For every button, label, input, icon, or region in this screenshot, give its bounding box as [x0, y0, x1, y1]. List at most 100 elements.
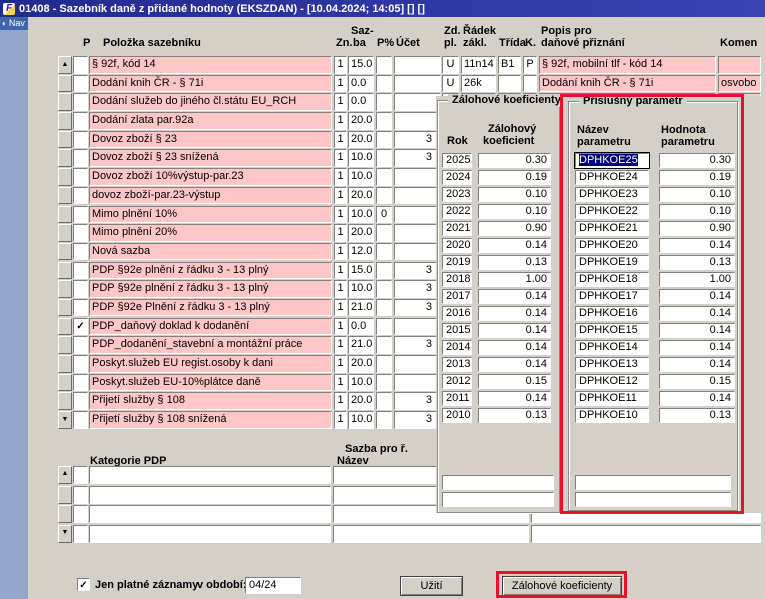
param-name-field[interactable]: DPHKOE22: [575, 204, 649, 219]
cell-zn[interactable]: 1: [334, 186, 347, 205]
cell-sazba[interactable]: 10.0: [348, 149, 374, 167]
koef-value-field[interactable]: 1.00: [478, 272, 551, 287]
row-checkbox[interactable]: ✓: [73, 149, 88, 167]
cell-sazba[interactable]: 15.0: [348, 56, 374, 74]
cell-polozka[interactable]: Dodání služeb do jiného čl.státu EU_RCH: [89, 93, 332, 111]
cell-extra[interactable]: [531, 524, 761, 543]
cell-procento[interactable]: [376, 261, 392, 280]
cell-sazba[interactable]: 20.0: [348, 130, 374, 149]
cell-ucet[interactable]: 3: [394, 261, 441, 280]
cell-sazba[interactable]: 12.0: [348, 242, 374, 261]
cell-zn[interactable]: 1: [334, 336, 347, 354]
koef-value-field[interactable]: 0.15: [478, 374, 551, 389]
cell-polozka[interactable]: dovoz zboží-par.23-výstup: [89, 186, 332, 205]
cell-k[interactable]: [523, 74, 537, 93]
empty-field[interactable]: [442, 492, 554, 507]
param-name-field[interactable]: DPHKOE23: [575, 187, 649, 202]
cell-procento[interactable]: [376, 56, 392, 74]
row-checkbox[interactable]: ✓: [73, 355, 88, 373]
cell-polozka[interactable]: Nová sazba: [89, 242, 332, 261]
cell-zdpl[interactable]: U: [442, 74, 459, 93]
year-field[interactable]: 2023: [442, 187, 472, 202]
row-checkbox[interactable]: ✓: [73, 224, 88, 242]
year-field[interactable]: 2017: [442, 289, 472, 304]
cell-procento[interactable]: 0: [376, 205, 392, 223]
cell-procento[interactable]: [376, 149, 392, 167]
row-selector[interactable]: [58, 112, 72, 130]
cell-polozka[interactable]: Dodání zlata par.92a: [89, 112, 332, 130]
cell-polozka[interactable]: PDP §92e plnění z řádku 3 - 13 plný: [89, 280, 332, 298]
cell-k[interactable]: P: [523, 56, 537, 74]
cell-ucet[interactable]: [394, 93, 441, 111]
cell-polozka[interactable]: Mimo plnění 10%: [89, 205, 332, 223]
cell-procento[interactable]: [376, 355, 392, 373]
year-field[interactable]: 2025: [442, 153, 472, 168]
cell-sazba[interactable]: 20.0: [348, 224, 374, 242]
param-name-field[interactable]: DPHKOE16: [575, 306, 649, 321]
param-value-field[interactable]: 0.14: [659, 289, 735, 304]
cell-sazba[interactable]: 20.0: [348, 355, 374, 373]
row-selector[interactable]: [58, 186, 72, 205]
koef-value-field[interactable]: 0.30: [478, 153, 551, 168]
koef-value-field[interactable]: 0.10: [478, 204, 551, 219]
cell-ucet[interactable]: 3: [394, 411, 441, 429]
param-value-field[interactable]: 0.10: [659, 187, 735, 202]
year-field[interactable]: 2020: [442, 238, 472, 253]
cell-ucet[interactable]: [394, 355, 441, 373]
koef-value-field[interactable]: 0.14: [478, 391, 551, 406]
uziti-button[interactable]: Užití: [400, 576, 463, 596]
cell-sazba[interactable]: 15.0: [348, 261, 374, 280]
cell-ucet[interactable]: [394, 242, 441, 261]
param-value-field[interactable]: 0.19: [659, 170, 735, 185]
cell-zn[interactable]: 1: [334, 242, 347, 261]
cell-polozka[interactable]: Dovoz zboží § 23 snížená: [89, 149, 332, 167]
param-name-field[interactable]: DPHKOE25: [574, 152, 650, 169]
cell-ucet[interactable]: 3: [394, 149, 441, 167]
cell-polozka[interactable]: Poskyt.služeb EU regist.osoby k dani: [89, 355, 332, 373]
filter-checkbox[interactable]: ✓: [77, 578, 90, 591]
row-selector[interactable]: [58, 392, 72, 410]
cell-procento[interactable]: [376, 411, 392, 429]
cell-polozka[interactable]: Mimo plnění 20%: [89, 224, 332, 242]
year-field[interactable]: 2022: [442, 204, 472, 219]
cell-ucet[interactable]: [394, 186, 441, 205]
cell-nazev[interactable]: [333, 524, 529, 543]
cell-polozka[interactable]: Dovoz zboží 10%výstup-par.23: [89, 168, 332, 186]
cell-procento[interactable]: [376, 112, 392, 130]
koef-value-field[interactable]: 0.14: [478, 323, 551, 338]
table-row[interactable]: ✓ Dodání knih ČR - § 71i 1 0.0 U 26k Dod…: [58, 74, 761, 94]
cell-zn[interactable]: 1: [334, 261, 347, 280]
cell-zn[interactable]: 1: [334, 392, 347, 410]
cell-ucet[interactable]: 3: [394, 130, 441, 149]
nav-chip[interactable]: ◐ Nav: [0, 17, 28, 30]
row-checkbox[interactable]: ✓: [73, 336, 88, 354]
year-field[interactable]: 2018: [442, 272, 472, 287]
cell-sazba[interactable]: 10.0: [348, 280, 374, 298]
cell-zdpl[interactable]: U: [442, 56, 459, 74]
cell-procento[interactable]: [376, 74, 392, 93]
row-selector[interactable]: [58, 261, 72, 280]
cell-ucet[interactable]: [394, 317, 441, 336]
cell-procento[interactable]: [376, 336, 392, 354]
cell-polozka[interactable]: Přijetí služby § 108: [89, 392, 332, 410]
row-checkbox[interactable]: ✓: [73, 112, 88, 130]
cell-polozka[interactable]: Poskyt.služeb EU-10%plátce daně: [89, 373, 332, 392]
param-name-field[interactable]: DPHKOE24: [575, 170, 649, 185]
year-field[interactable]: 2010: [442, 408, 472, 423]
cell-sazba[interactable]: 10.0: [348, 411, 374, 429]
cell-zn[interactable]: 1: [334, 149, 347, 167]
cell-ucet[interactable]: [394, 74, 441, 93]
row-checkbox[interactable]: [73, 466, 88, 484]
koef-button[interactable]: Zálohové koeficienty: [502, 576, 622, 596]
param-value-field[interactable]: 0.14: [659, 340, 735, 355]
param-value-field[interactable]: 0.14: [659, 323, 735, 338]
cell-radek[interactable]: 11n14: [461, 56, 496, 74]
cell-zn[interactable]: 1: [334, 355, 347, 373]
koef-value-field[interactable]: 0.13: [478, 255, 551, 270]
row-selector[interactable]: [58, 149, 72, 167]
row-checkbox[interactable]: ✓: [73, 298, 88, 317]
row-selector[interactable]: [58, 242, 72, 261]
cell-polozka[interactable]: PDP §92e Plnění z řádku 3 - 13 plný: [89, 298, 332, 317]
cell-sazba[interactable]: 20.0: [348, 112, 374, 130]
cell-sazba[interactable]: 10.0: [348, 373, 374, 392]
